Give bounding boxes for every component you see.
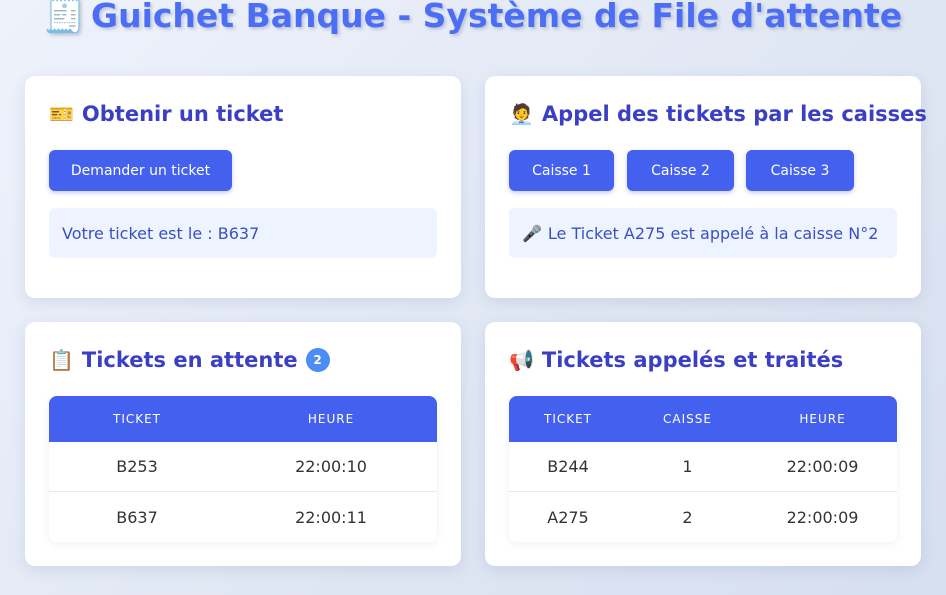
waiting-tickets-table: TICKET HEURE B253 22:00:10 B637 22:00:11 [49, 396, 437, 542]
ticket-cell: B637 [116, 507, 158, 527]
receipt-icon: 🧾 [43, 0, 85, 35]
column-header-ticket: TICKET [543, 412, 593, 426]
counter-2-button[interactable]: Caisse 2 [627, 150, 734, 191]
called-tickets-table: TICKET CAISSE HEURE B244 1 22:00:09 A275… [509, 396, 897, 542]
column-header-time: HEURE [307, 412, 355, 426]
waiting-tickets-heading: 📋 Tickets en attente 2 [49, 348, 330, 372]
column-header-time: HEURE [799, 412, 846, 426]
ticket-cell: A275 [547, 507, 589, 527]
ticket-cell: B244 [547, 457, 589, 476]
table-row: B244 1 22:00:09 [509, 442, 897, 492]
ticket-request-heading: 🎫 Obtenir un ticket [49, 102, 283, 126]
called-tickets-heading: 📢 Tickets appelés et traités [509, 348, 843, 372]
time-cell: 22:00:09 [786, 507, 859, 527]
counter-1-button[interactable]: Caisse 1 [509, 150, 614, 191]
column-header-ticket: TICKET [112, 412, 162, 426]
clerk-icon: 🧑‍💼 [509, 102, 534, 126]
counter-call-card: 🧑‍💼 Appel des tickets par les caisses Ca… [485, 76, 927, 298]
called-tickets-card: 📢 Tickets appelés et traités TICKET CAIS… [485, 322, 921, 566]
time-cell: 22:00:10 [295, 457, 367, 476]
megaphone-icon: 📢 [509, 348, 534, 372]
counter-cell: 2 [682, 507, 693, 527]
column-header-counter: CAISSE [663, 412, 712, 426]
counter-cell: 1 [682, 457, 693, 476]
ticket-request-title: Obtenir un ticket [81, 102, 284, 126]
table-header: TICKET CAISSE HEURE [509, 396, 897, 442]
call-announcement-text: Le Ticket A275 est appelé à la caisse N°… [547, 223, 879, 243]
page-title: 🧾 Guichet Banque - Système de File d'atte… [0, 0, 946, 36]
ticket-cell: B253 [116, 457, 158, 476]
microphone-icon: 🎤 [522, 223, 542, 243]
call-announcement: 🎤 Le Ticket A275 est appelé à la caisse … [509, 208, 897, 258]
waiting-tickets-title: Tickets en attente [81, 348, 298, 372]
page-title-text: Guichet Banque - Système de File d'atten… [90, 0, 903, 35]
time-cell: 22:00:09 [786, 457, 859, 476]
called-tickets-title: Tickets appelés et traités [541, 348, 844, 372]
table-header: TICKET HEURE [49, 396, 437, 442]
waiting-count-badge: 2 [305, 348, 330, 372]
ticket-request-card: 🎫 Obtenir un ticket Demander un ticket V… [25, 76, 461, 298]
ticket-number-message: Votre ticket est le : B637 [49, 208, 437, 258]
ticket-icon: 🎫 [49, 102, 74, 126]
table-row: B637 22:00:11 [49, 492, 437, 542]
time-cell: 22:00:11 [295, 507, 367, 527]
counter-call-title: Appel des tickets par les caisses [541, 102, 927, 126]
table-row: A275 2 22:00:09 [509, 492, 897, 542]
counter-3-button[interactable]: Caisse 3 [746, 150, 854, 191]
request-ticket-button[interactable]: Demander un ticket [49, 150, 232, 191]
table-row: B253 22:00:10 [49, 442, 437, 492]
clipboard-icon: 📋 [49, 348, 74, 372]
waiting-tickets-card: 📋 Tickets en attente 2 TICKET HEURE B253… [25, 322, 461, 566]
ticket-number-text: Votre ticket est le : B637 [62, 223, 260, 243]
counter-call-heading: 🧑‍💼 Appel des tickets par les caisses [509, 102, 927, 126]
